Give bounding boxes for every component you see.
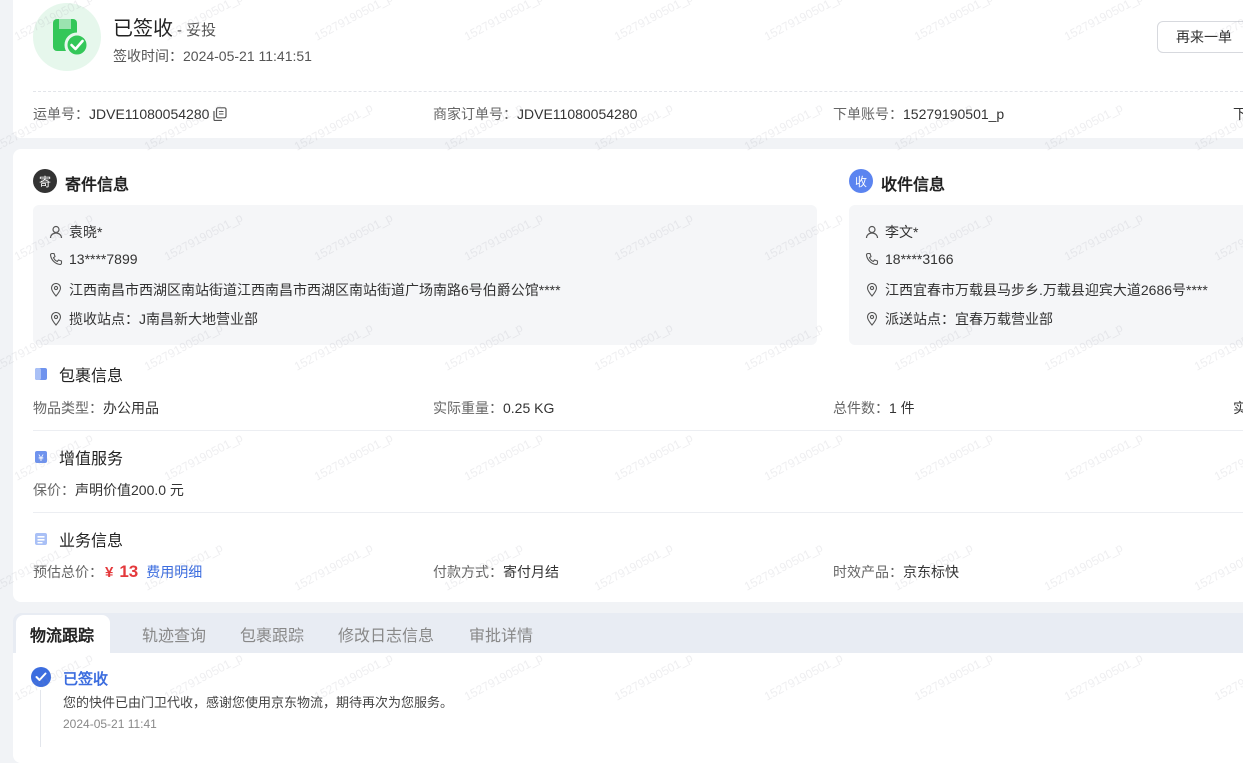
tracking-time: 2024-05-21 11:41 (63, 717, 157, 731)
receiver-name-row: 李文* (865, 222, 918, 242)
business-icon (35, 533, 47, 545)
payment-row: 付款方式： 寄付月结 (433, 562, 559, 582)
value-added-title: 增值服务 (59, 451, 124, 468)
insured-row: 保价： 声明价值200.0 元 (33, 480, 184, 500)
merchant-order-label: 商家订单号： (433, 106, 517, 122)
location-icon (50, 283, 62, 297)
phone-icon (49, 252, 63, 266)
status-divider (33, 91, 1243, 92)
receiver-phone-row: 18****3166 (865, 251, 954, 267)
weight-row: 实际重量： 0.25 KG (433, 398, 554, 418)
status-title: 已签收 (113, 18, 173, 40)
estimate-label: 预估总价： (33, 564, 103, 580)
tab-trajectory-query[interactable]: 轨迹查询 (142, 615, 206, 653)
svg-text:¥: ¥ (38, 454, 44, 464)
package-divider (33, 430, 1243, 431)
product-value: 京东标快 (903, 564, 959, 580)
sender-name: 袁晓* (69, 224, 103, 240)
package-title: 包裹信息 (59, 368, 124, 385)
business-title: 业务信息 (59, 533, 124, 550)
receiver-title: 收件信息 (881, 177, 946, 194)
station-icon (866, 312, 878, 326)
sender-station-row: 揽收站点：J南昌新大地营业部 (49, 309, 258, 329)
sender-title: 寄件信息 (65, 177, 130, 194)
tab-package-tracking[interactable]: 包裹跟踪 (240, 615, 304, 653)
receiver-station: 派送站点：宜春万载营业部 (885, 311, 1053, 327)
sender-station: 揽收站点：J南昌新大地营业部 (69, 311, 258, 327)
receiver-name: 李文* (885, 224, 919, 240)
timeline-line (40, 690, 41, 747)
sign-time: 签收时间：2024-05-21 11:41:51 (113, 46, 312, 66)
item-type-value: 办公用品 (103, 400, 159, 416)
value-added-section-header: ¥ 增值服务 (33, 445, 123, 469)
payment-label: 付款方式： (433, 564, 503, 580)
weight-label: 实际重量： (433, 400, 503, 416)
count-label: 总件数： (833, 400, 889, 416)
fee-detail-link[interactable]: 费用明细 (146, 562, 202, 582)
account-info: 下单账号： 15279190501_p (833, 104, 1004, 124)
station-icon (50, 312, 62, 326)
tab-approval-details[interactable]: 审批详情 (469, 615, 533, 653)
account-value: 15279190501_p (903, 106, 1005, 122)
item-type-row: 物品类型： 办公用品 (33, 398, 159, 418)
business-section-header: 业务信息 (33, 527, 123, 551)
status-title-row: 已签收 - 妥投 (113, 12, 216, 41)
package-icon (35, 368, 47, 380)
product-row: 时效产品： 京东标快 (833, 562, 959, 582)
package-check-icon (33, 3, 101, 71)
phone-icon (865, 252, 879, 266)
copy-icon[interactable] (213, 107, 233, 121)
count-value: 1 件 (889, 400, 915, 416)
sender-badge: 寄 (33, 169, 57, 193)
package-section-header: 包裹信息 (33, 362, 123, 386)
person-icon (49, 225, 63, 239)
package-cut-label: 实 (1233, 400, 1243, 416)
weight-value: 0.25 KG (503, 400, 555, 416)
sender-name-row: 袁晓* (49, 222, 102, 242)
merchant-order-info: 商家订单号： JDVE11080054280 (433, 104, 637, 124)
count-row: 总件数： 1 件 (833, 398, 915, 418)
receiver-station-row: 派送站点：宜春万载营业部 (865, 309, 1053, 329)
sender-address: 江西南昌市西湖区南站街道江西南昌市西湖区南站街道广场南路6号伯爵公馆**** (69, 282, 561, 298)
tracking-message: 您的快件已由门卫代收，感谢您使用京东物流，期待再次为您服务。 (63, 695, 454, 710)
insured-label: 保价： (33, 482, 75, 498)
sign-time-value: 2024-05-21 11:41:51 (183, 48, 312, 64)
receiver-address-row: 江西宜春市万载县马步乡.万载县迎宾大道2686号**** (865, 280, 1208, 300)
tab-logistics-tracking[interactable]: 物流跟踪 (30, 615, 94, 653)
estimate-amount: 13 (119, 562, 139, 581)
waybill-label: 运单号： (33, 106, 89, 122)
cut-off-label: 下 (1233, 106, 1243, 122)
waybill-number: JDVE11080054280 (89, 106, 210, 122)
person-icon (865, 225, 879, 239)
estimate-row: 预估总价： ¥ 13 费用明细 (33, 562, 202, 582)
value-added-divider (33, 512, 1243, 513)
waybill-info: 运单号： JDVE11080054280 (33, 104, 233, 124)
payment-value: 寄付月结 (503, 564, 559, 580)
timeline-check-icon (31, 667, 51, 687)
sender-address-row: 江西南昌市西湖区南站街道江西南昌市西湖区南站街道广场南路6号伯爵公馆**** (49, 280, 561, 300)
receiver-address: 江西宜春市万载县马步乡.万载县迎宾大道2686号**** (885, 282, 1208, 298)
reorder-button[interactable]: 再来一单 (1157, 21, 1243, 53)
value-added-icon: ¥ (35, 451, 47, 464)
receiver-badge: 收 (849, 169, 873, 193)
status-suffix: - 妥投 (177, 22, 217, 39)
location-icon (866, 283, 878, 297)
receiver-phone: 18****3166 (885, 251, 954, 267)
merchant-order-number: JDVE11080054280 (517, 106, 638, 122)
sender-phone: 13****7899 (69, 251, 138, 267)
sender-phone-row: 13****7899 (49, 251, 138, 267)
currency-symbol: ¥ (105, 563, 114, 581)
sign-time-label: 签收时间： (113, 48, 183, 64)
tracking-status: 已签收 (63, 671, 109, 688)
account-label: 下单账号： (833, 106, 903, 122)
item-type-label: 物品类型： (33, 400, 103, 416)
tab-change-log[interactable]: 修改日志信息 (338, 615, 434, 653)
insured-value: 声明价值200.0 元 (75, 482, 184, 498)
product-label: 时效产品： (833, 564, 903, 580)
